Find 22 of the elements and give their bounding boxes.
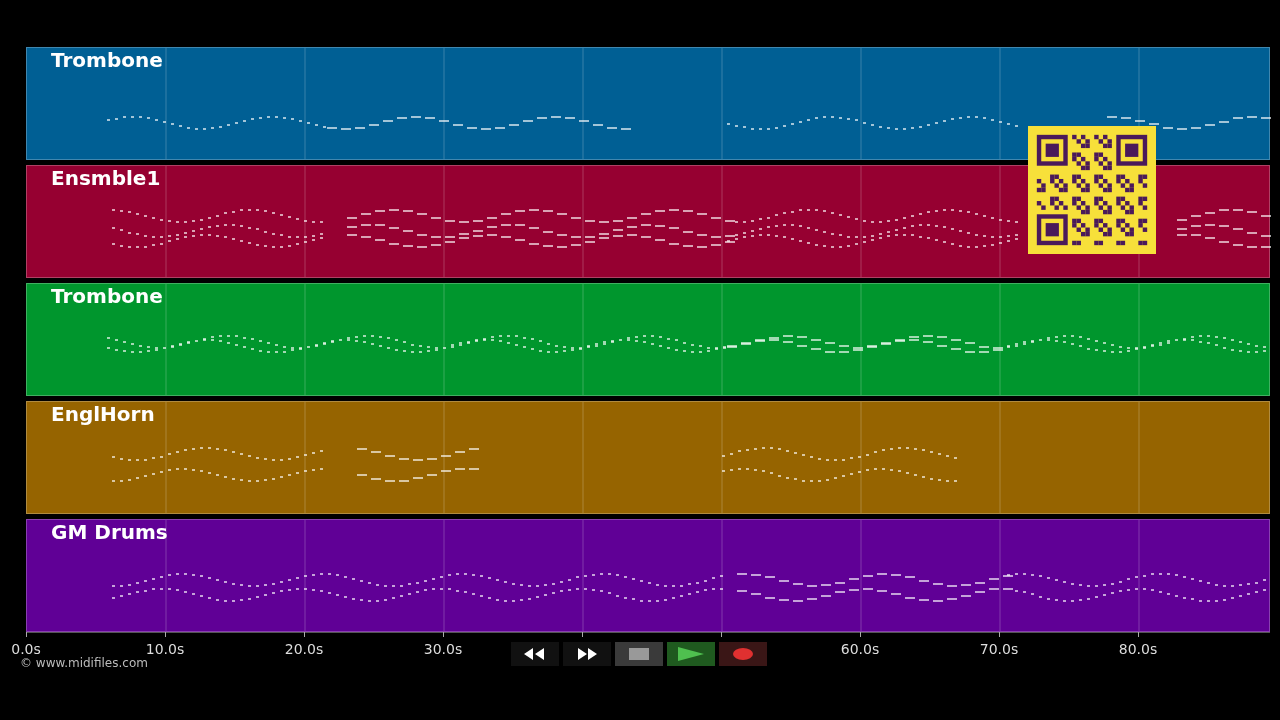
play-icon	[678, 647, 704, 661]
qr-code-icon	[1028, 126, 1156, 254]
track-name: EnglHorn	[51, 402, 155, 426]
rewind-button[interactable]	[511, 642, 559, 666]
time-tick-label: 30.0s	[423, 641, 463, 657]
time-tick-label: 20.0s	[284, 641, 324, 657]
time-tick-label: 0.0s	[11, 641, 41, 657]
track-name: Trombone	[51, 48, 163, 72]
track-name: Trombone	[51, 284, 163, 308]
play-button[interactable]	[667, 642, 715, 666]
stop-button[interactable]	[615, 642, 663, 666]
record-button[interactable]	[719, 642, 767, 666]
time-tick-label: 70.0s	[979, 641, 1019, 657]
track-name: Ensmble1	[51, 166, 161, 190]
time-tick-label: 10.0s	[145, 641, 185, 657]
stop-icon	[629, 648, 649, 660]
time-tick-label: 80.0s	[1118, 641, 1158, 657]
fast-forward-button[interactable]	[563, 642, 611, 666]
copyright-text: © www.midifiles.com	[20, 656, 148, 670]
record-icon	[733, 648, 753, 660]
track-name: GM Drums	[51, 520, 168, 544]
time-tick-label: 60.0s	[840, 641, 880, 657]
